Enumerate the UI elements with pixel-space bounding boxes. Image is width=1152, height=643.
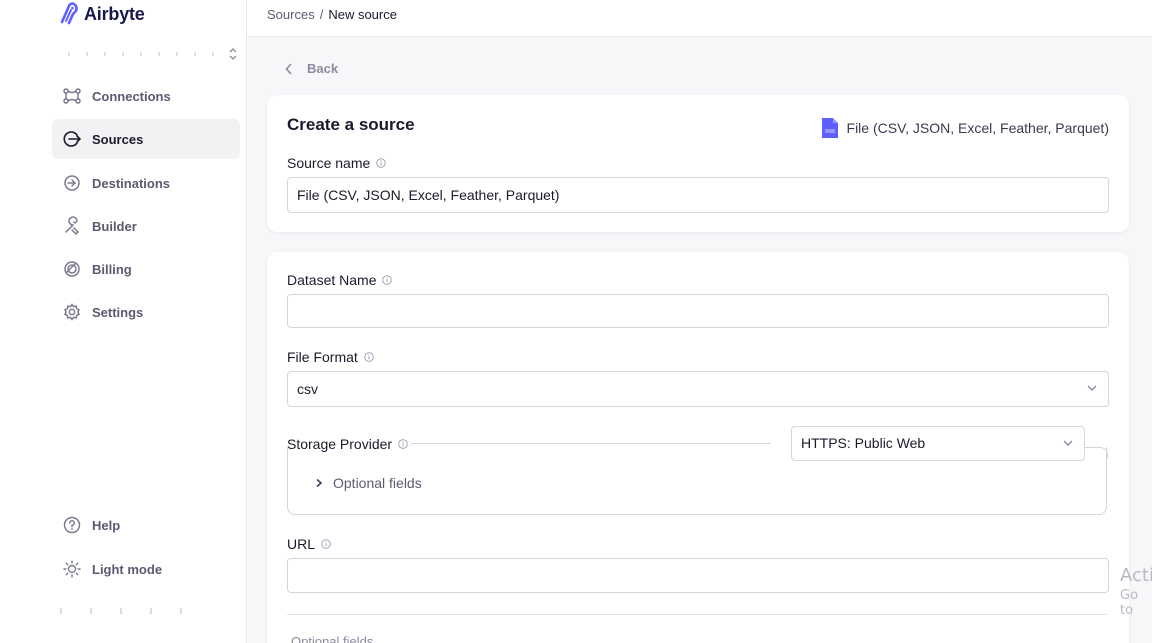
info-icon[interactable] [382, 275, 393, 285]
optional-fields-toggle[interactable]: Optional fields [315, 475, 422, 491]
back-label: Back [307, 61, 339, 76]
sidebar-item-label: Sources [92, 131, 144, 147]
main-content: Back Create a source File (CSV, JSON, Ex… [247, 37, 1152, 643]
breadcrumb-sources-link[interactable]: Sources [267, 7, 315, 22]
top-bar: Sources / New source [247, 0, 1152, 37]
sidebar-item-label: Connections [92, 88, 171, 104]
sidebar-item-label: Builder [92, 218, 137, 234]
airbyte-logo[interactable]: Airbyte [56, 2, 145, 26]
chevron-right-icon [316, 478, 323, 488]
activation-watermark: Acti Go to [1120, 565, 1152, 618]
builder-icon [61, 215, 83, 237]
file-format-value: csv [297, 381, 318, 397]
dataset-name-label-text: Dataset Name [287, 272, 377, 288]
workspace-name-placeholder [68, 52, 218, 56]
sidebar-item-settings[interactable]: Settings [52, 292, 240, 332]
file-format-select[interactable]: csv [287, 371, 1109, 407]
optional-fields-toggle-cut[interactable]: Optional fields [291, 634, 373, 643]
user-menu-placeholder[interactable] [60, 608, 210, 614]
section-divider [287, 614, 1107, 615]
sources-icon [61, 128, 83, 150]
sidebar-item-light-mode[interactable]: Light mode [52, 549, 240, 589]
page-title: Create a source [287, 115, 415, 134]
storage-provider-divider [411, 443, 771, 444]
source-name-card: Create a source File (CSV, JSON, Excel, … [267, 95, 1129, 232]
storage-provider-corner [1085, 447, 1108, 458]
sidebar-item-connections[interactable]: Connections [52, 76, 240, 116]
source-name-input[interactable]: File (CSV, JSON, Excel, Feather, Parquet… [287, 177, 1109, 213]
sidebar-item-destinations[interactable]: Destinations [52, 163, 240, 203]
connector-badge: File (CSV, JSON, Excel, Feather, Parquet… [821, 117, 1109, 139]
dataset-name-input[interactable] [287, 294, 1109, 328]
file-format-label-text: File Format [287, 349, 358, 365]
url-label: URL [287, 536, 331, 552]
info-icon[interactable] [321, 539, 331, 549]
chevron-down-icon [1063, 440, 1073, 446]
storage-provider-value: HTTPS: Public Web [801, 435, 926, 451]
sidebar-item-label: Light mode [92, 561, 163, 577]
chevron-updown-icon [229, 48, 237, 60]
sidebar-item-sources[interactable]: Sources [52, 119, 240, 159]
breadcrumb-separator: / [319, 7, 324, 22]
sidebar-item-builder[interactable]: Builder [52, 206, 240, 246]
sidebar-item-help[interactable]: Help [52, 505, 240, 545]
app-name: Airbyte [84, 3, 145, 24]
connector-name: File (CSV, JSON, Excel, Feather, Parquet… [846, 120, 1109, 136]
dataset-name-label: Dataset Name [287, 272, 393, 288]
sidebar-item-billing[interactable]: Billing [52, 249, 240, 289]
help-icon [61, 514, 83, 536]
destinations-icon [61, 172, 83, 194]
sidebar-item-label: Settings [92, 304, 144, 320]
sidebar-item-label: Help [92, 517, 121, 533]
chevron-down-icon [1087, 385, 1097, 391]
connections-icon [61, 85, 83, 107]
url-input[interactable] [287, 558, 1109, 593]
source-name-label: Source name [287, 155, 387, 171]
url-label-text: URL [287, 536, 316, 552]
sidebar-item-label: Destinations [92, 175, 171, 191]
breadcrumb-current: New source [328, 7, 397, 22]
storage-provider-select[interactable]: HTTPS: Public Web [791, 426, 1085, 461]
watermark-line-2: Go to [1120, 588, 1139, 618]
watermark-line-1: Acti [1120, 565, 1152, 586]
source-name-label-text: Source name [287, 155, 371, 171]
configuration-card: Dataset Name File Format csv Storage Pro… [267, 252, 1129, 643]
info-icon[interactable] [364, 352, 374, 362]
file-icon [821, 118, 838, 138]
optional-fields-label: Optional fields [333, 475, 422, 491]
sidebar-item-label: Billing [92, 261, 132, 277]
workspace-switcher[interactable] [60, 44, 240, 64]
breadcrumb: Sources / New source [267, 7, 397, 22]
airbyte-logo-icon [60, 2, 78, 25]
file-format-label: File Format [287, 349, 374, 365]
chevron-left-icon [285, 62, 292, 75]
back-button[interactable]: Back [285, 61, 338, 76]
sun-icon [61, 558, 83, 580]
info-icon[interactable] [376, 158, 387, 168]
gear-icon [61, 301, 83, 323]
billing-icon [61, 258, 83, 280]
sidebar: Airbyte Connections Sources Destinations… [48, 0, 247, 643]
